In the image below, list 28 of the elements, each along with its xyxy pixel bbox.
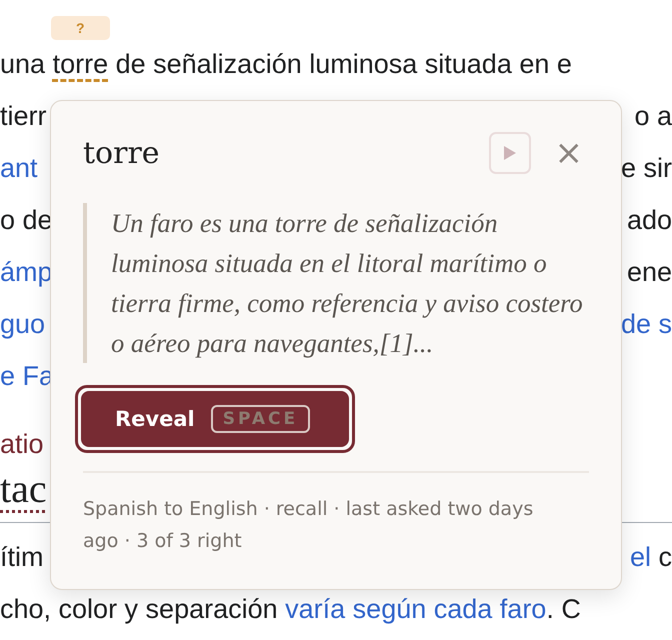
article-link[interactable]: guo bbox=[0, 298, 46, 350]
article-link[interactable]: el bbox=[630, 531, 651, 583]
article-text: c bbox=[657, 541, 672, 574]
article-text: e sir bbox=[620, 152, 672, 185]
article-text: de señalización luminosa situada en e bbox=[114, 48, 572, 81]
article-text: cho, color y separación bbox=[0, 593, 279, 626]
quiz-word[interactable]: tac bbox=[0, 464, 47, 520]
article-link[interactable]: de s bbox=[620, 298, 672, 350]
article-text: . C bbox=[546, 593, 581, 626]
article-text: o a bbox=[634, 100, 672, 133]
context-quote: Un faro es una torre de señalización luminosa situada en el litoral marítimo o tierra firme, como referencia y aviso costero o aéreo para navegantes,[1]... bbox=[83, 203, 593, 363]
article-text: ítim bbox=[0, 541, 44, 574]
close-button[interactable]: × bbox=[554, 136, 583, 170]
card-word: torre bbox=[83, 136, 161, 170]
article-link[interactable]: ant bbox=[0, 142, 38, 194]
reveal-button[interactable]: Reveal SPACE bbox=[81, 391, 349, 447]
article-text: ene bbox=[626, 256, 672, 289]
article-link[interactable]: ámp bbox=[0, 246, 53, 298]
shortcut-key: SPACE bbox=[210, 405, 310, 433]
quiz-word[interactable]: torre bbox=[52, 38, 108, 90]
card-meta: Spanish to English · recall · last asked two days ago · 3 of 3 right bbox=[83, 497, 534, 554]
play-icon bbox=[502, 145, 516, 161]
article-text: una bbox=[0, 48, 46, 81]
article-text: tierr bbox=[0, 100, 46, 133]
quiz-badge: ? bbox=[50, 16, 110, 40]
article-text: ado bbox=[626, 204, 672, 237]
article-text: atio bbox=[0, 428, 44, 461]
article-text: o de bbox=[0, 204, 53, 237]
